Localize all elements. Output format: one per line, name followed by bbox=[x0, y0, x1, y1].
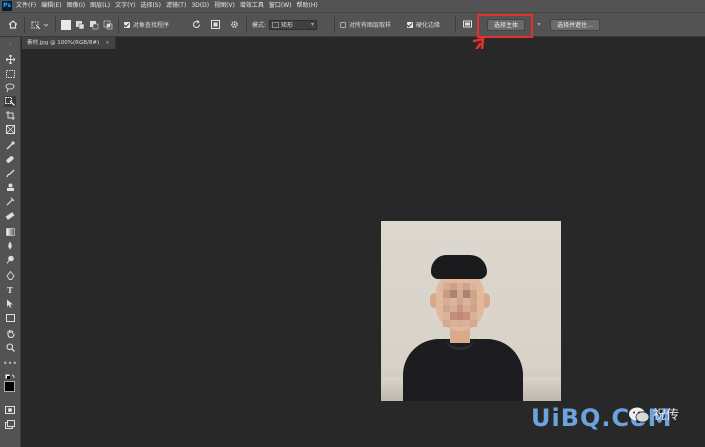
speech-bubble-icon[interactable] bbox=[460, 18, 474, 31]
menu-filter[interactable]: 滤镜(T) bbox=[166, 0, 186, 12]
brush-tool-icon[interactable] bbox=[4, 168, 16, 179]
object-finder-label: 对象查找程序 bbox=[133, 22, 170, 29]
collapse-icon[interactable]: » bbox=[4, 39, 16, 50]
hard-edge-checkbox[interactable]: 硬化边缘 bbox=[407, 18, 449, 31]
document-title: 素材.jpg @ 100%(RGB/8#) bbox=[27, 40, 100, 46]
intersect-selection-icon[interactable] bbox=[102, 18, 114, 31]
menu-help[interactable]: 帮助(H) bbox=[297, 0, 318, 12]
menu-view[interactable]: 视图(V) bbox=[214, 0, 235, 12]
move-tool-icon[interactable] bbox=[4, 54, 16, 65]
menu-file[interactable]: 文件(F) bbox=[16, 0, 36, 12]
select-subject-chevron-icon[interactable]: ▾ bbox=[533, 18, 545, 31]
gradient-tool-icon[interactable] bbox=[4, 226, 16, 237]
menu-bar: Ps 文件(F) 编辑(E) 图像(I) 图层(L) 文字(Y) 选择(S) 滤… bbox=[0, 0, 705, 12]
chevron-down-icon: ▾ bbox=[311, 21, 315, 28]
foreground-color-swatch[interactable] bbox=[4, 381, 15, 392]
menu-layer[interactable]: 图层(L) bbox=[90, 0, 110, 12]
mode-label: 模式: bbox=[252, 22, 267, 29]
add-to-selection-icon[interactable] bbox=[74, 18, 86, 31]
close-icon[interactable]: × bbox=[105, 40, 110, 46]
color-swatches[interactable] bbox=[4, 380, 20, 398]
face-mosaic bbox=[443, 283, 477, 327]
select-and-mask-button[interactable]: 选择并遮住... bbox=[549, 18, 601, 31]
menu-window[interactable]: 窗口(W) bbox=[269, 0, 292, 12]
sample-all-layers-label: 对所有图层取样 bbox=[349, 22, 392, 29]
pen-tool-icon[interactable] bbox=[4, 270, 16, 281]
toolbox: » T ••• bbox=[0, 37, 21, 447]
mode-dropdown[interactable]: 矩形 ▾ bbox=[269, 19, 318, 30]
watermark-text: 祝传 bbox=[653, 408, 680, 423]
dodge-tool-icon[interactable] bbox=[4, 254, 16, 265]
crop-tool-icon[interactable] bbox=[4, 110, 16, 121]
hand-tool-icon[interactable] bbox=[4, 328, 16, 339]
hard-edge-label: 硬化边缘 bbox=[416, 22, 441, 29]
eyedropper-tool-icon[interactable] bbox=[4, 140, 16, 151]
healing-brush-tool-icon[interactable] bbox=[4, 154, 16, 165]
frame-tool-icon[interactable] bbox=[4, 124, 16, 135]
screen-mode-icon[interactable] bbox=[4, 419, 16, 430]
eraser-tool-icon[interactable] bbox=[4, 210, 16, 221]
menu-image[interactable]: 图像(I) bbox=[67, 0, 85, 12]
gear-icon[interactable] bbox=[227, 18, 241, 31]
menu-3d[interactable]: 3D(D) bbox=[191, 0, 209, 12]
tool-preset-picker[interactable] bbox=[30, 18, 50, 31]
object-finder-checkbox[interactable]: 对象查找程序 bbox=[124, 18, 186, 31]
checkbox-icon bbox=[340, 21, 346, 28]
type-tool-icon[interactable]: T bbox=[4, 284, 16, 295]
history-brush-tool-icon[interactable] bbox=[4, 196, 16, 207]
options-bar: 对象查找程序 模式: 矩形 ▾ 对所有图层取样 硬化边缘 选择主体 ▾ 选择并遮… bbox=[0, 12, 705, 37]
checkbox-icon bbox=[124, 21, 130, 28]
wechat-icon bbox=[629, 407, 650, 423]
show-all-objects-icon[interactable] bbox=[208, 18, 222, 31]
clone-stamp-tool-icon[interactable] bbox=[4, 182, 16, 193]
menu-type[interactable]: 文字(Y) bbox=[115, 0, 135, 12]
menu-select[interactable]: 选择(S) bbox=[140, 0, 161, 12]
home-icon[interactable] bbox=[6, 18, 20, 31]
more-tools-icon[interactable]: ••• bbox=[3, 358, 17, 369]
refresh-icon[interactable] bbox=[189, 18, 203, 31]
zoom-tool-icon[interactable] bbox=[4, 342, 16, 353]
select-and-mask-label: 选择并遮住... bbox=[550, 18, 600, 31]
new-selection-icon[interactable] bbox=[60, 18, 72, 31]
path-selection-tool-icon[interactable] bbox=[4, 298, 16, 309]
quick-mask-icon[interactable] bbox=[4, 404, 16, 415]
blur-tool-icon[interactable] bbox=[4, 240, 16, 251]
watermark-brand: UiBQ.CoM bbox=[531, 404, 673, 432]
object-selection-tool-icon[interactable] bbox=[4, 96, 16, 107]
canvas-area[interactable] bbox=[22, 49, 705, 447]
mode-select[interactable]: 模式: 矩形 ▾ bbox=[252, 18, 330, 31]
mode-value: 矩形 bbox=[281, 22, 294, 29]
menu-plugins[interactable]: 增效工具 bbox=[240, 0, 264, 12]
photo-hair bbox=[431, 255, 487, 279]
lasso-tool-icon[interactable] bbox=[4, 82, 16, 93]
menu-edit[interactable]: 编辑(E) bbox=[41, 0, 61, 12]
rectangle-tool-icon[interactable] bbox=[4, 312, 16, 323]
document-tab[interactable]: 素材.jpg @ 100%(RGB/8#) × bbox=[22, 37, 116, 49]
photoshop-logo: Ps bbox=[2, 1, 12, 11]
checkbox-icon bbox=[407, 21, 413, 28]
sample-all-layers-checkbox[interactable]: 对所有图层取样 bbox=[340, 18, 404, 31]
document-image[interactable] bbox=[381, 221, 561, 401]
marquee-tool-icon[interactable] bbox=[4, 68, 16, 79]
subtract-from-selection-icon[interactable] bbox=[88, 18, 100, 31]
